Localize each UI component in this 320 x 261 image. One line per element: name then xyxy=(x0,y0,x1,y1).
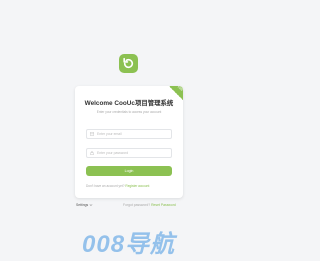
settings-dropdown[interactable]: Settings xyxy=(76,203,93,207)
forgot-prompt: Forgot password? xyxy=(123,203,152,207)
password-field[interactable] xyxy=(86,148,172,158)
chevron-down-icon xyxy=(89,204,93,206)
page-title: Welcome CooUc项目管理系统 xyxy=(84,100,174,107)
lock-icon xyxy=(90,151,94,155)
app-logo xyxy=(119,54,138,73)
forgot-password-row: Forgot password? Reset Password xyxy=(123,203,176,207)
login-button[interactable]: Login xyxy=(86,166,172,176)
login-card: 扫码 Welcome CooUc项目管理系统 Enter your creden… xyxy=(75,86,183,198)
page-subtitle: Enter your credentials to access your ac… xyxy=(96,110,162,114)
settings-label: Settings xyxy=(76,203,89,207)
register-link[interactable]: Register account xyxy=(125,184,149,188)
email-field[interactable] xyxy=(86,129,172,139)
signup-row: Don't have an account yet? Register acco… xyxy=(86,184,149,188)
password-input[interactable] xyxy=(97,149,167,157)
site-watermark: 008导航 xyxy=(82,231,176,258)
refresh-arrow-icon xyxy=(123,57,134,69)
qr-login-badge-label: 扫码 xyxy=(176,86,183,92)
signup-prompt: Don't have an account yet? xyxy=(86,184,126,188)
email-input[interactable] xyxy=(97,130,167,138)
reset-password-link[interactable]: Reset Password xyxy=(151,203,176,207)
mail-icon xyxy=(90,132,94,136)
